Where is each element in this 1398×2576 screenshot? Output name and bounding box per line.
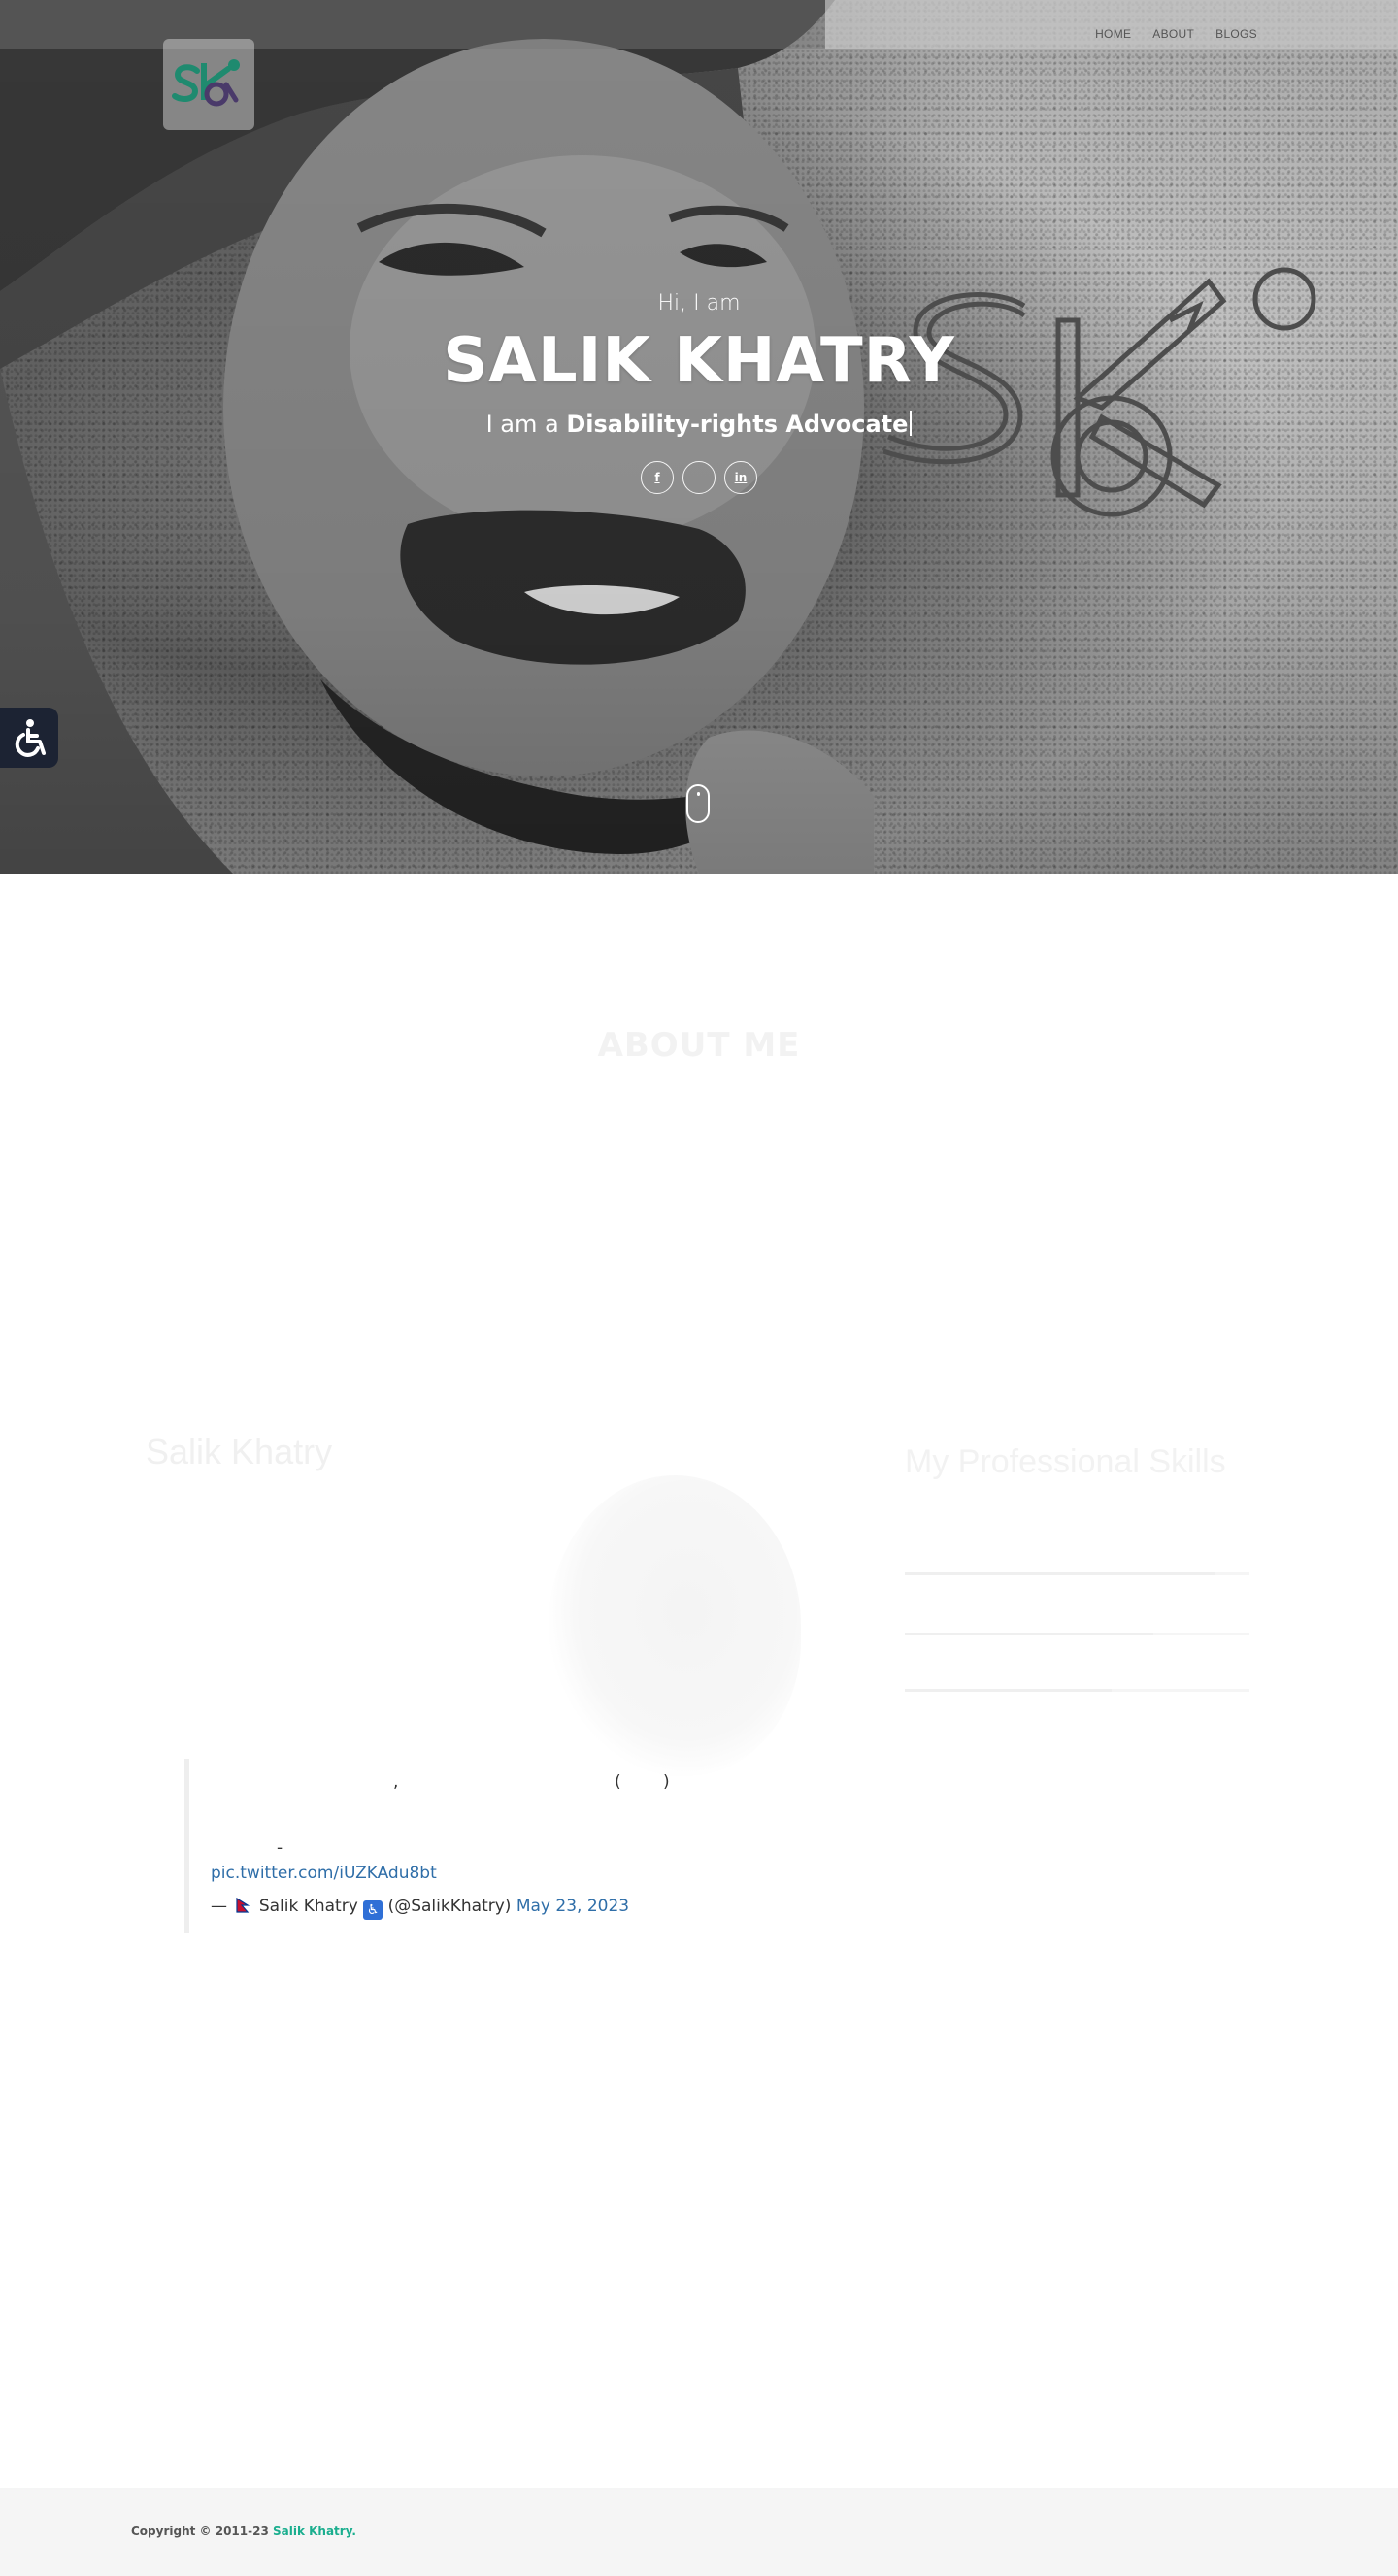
tweet-author: Salik Khatry	[258, 1897, 358, 1916]
twitter-icon[interactable]	[682, 461, 716, 494]
footer-copyright: Copyright © 2011-23 Salik Khatry.	[131, 2525, 356, 2538]
footer: Copyright © 2011-23 Salik Khatry.	[0, 2488, 1398, 2576]
skill-bar	[905, 1633, 1249, 1635]
tweet-comma: ,	[393, 1772, 399, 1792]
wheelchair-emoji-icon: ♿	[363, 1900, 383, 1920]
nav-item-blogs[interactable]: BLOGS	[1215, 27, 1257, 41]
hero-role-text: Disability-rights Advocate	[566, 411, 909, 438]
tweet-paren-close: )	[663, 1772, 670, 1792]
tweet-image-link[interactable]: pic.twitter.com/iUZKAdu8bt	[211, 1864, 437, 1883]
skill-item	[905, 1623, 1249, 1635]
nav-item-home[interactable]: HOME	[1095, 27, 1131, 41]
skill-fill	[905, 1572, 1215, 1575]
tweet-attribution: — Salik Khatry ♿ (@SalikKhatry) May 23, …	[211, 1897, 629, 1920]
hero-content: Hi, I am SALIK KHATRY I am a Disability-…	[0, 291, 1398, 494]
tweet-attribution-dash: —	[211, 1897, 227, 1916]
skill-item	[905, 1563, 1249, 1575]
about-name: Salik Khatry	[146, 1432, 333, 1471]
sk-logo-icon	[172, 59, 240, 107]
hero-role-line: I am a Disability-rights Advocate	[0, 411, 1398, 438]
linkedin-icon[interactable]: in	[724, 461, 757, 494]
typing-cursor	[910, 411, 913, 436]
social-links: f in	[0, 461, 1398, 494]
about-title: ABOUT ME	[597, 1026, 801, 1065]
nav-item-about[interactable]: ABOUT	[1152, 27, 1194, 41]
hero-name: SALIK KHATRY	[443, 325, 955, 397]
footer-owner-link[interactable]: Salik Khatry.	[273, 2525, 356, 2538]
hero-greeting: Hi, I am	[657, 291, 741, 315]
about-photo	[549, 1475, 801, 1776]
skill-item	[905, 1679, 1249, 1692]
nepal-flag-icon	[236, 1898, 250, 1913]
hero-section: HOME ABOUT BLOGS Hi, I am SALIK KHATRY I…	[0, 0, 1398, 874]
accessibility-button[interactable]	[0, 708, 58, 768]
top-bar-right	[825, 0, 1398, 49]
site-logo[interactable]	[163, 39, 254, 130]
tweet-text-line: , ( )	[189, 1772, 869, 1796]
tweet-paren-open: (	[615, 1772, 621, 1792]
tweet-date-link[interactable]: May 23, 2023	[516, 1897, 629, 1916]
embedded-tweet: , ( ) - pic.twitter.com/iUZKAdu8bt — Sal…	[184, 1759, 864, 1933]
scroll-down-icon[interactable]	[686, 784, 710, 823]
copyright-text: Copyright © 2011-23	[131, 2525, 269, 2538]
hero-role-prefix: I am a	[485, 411, 559, 438]
skill-bar	[905, 1689, 1249, 1692]
skill-fill	[905, 1689, 1112, 1692]
skills-title: My Professional Skills	[905, 1443, 1226, 1480]
facebook-icon[interactable]: f	[641, 461, 674, 494]
tweet-dash: -	[277, 1838, 283, 1858]
main-nav: HOME ABOUT BLOGS	[1095, 27, 1257, 41]
skill-bar	[905, 1572, 1249, 1575]
wheelchair-icon	[15, 719, 46, 757]
skill-fill	[905, 1633, 1153, 1635]
tweet-handle: (@SalikKhatry)	[387, 1897, 512, 1916]
